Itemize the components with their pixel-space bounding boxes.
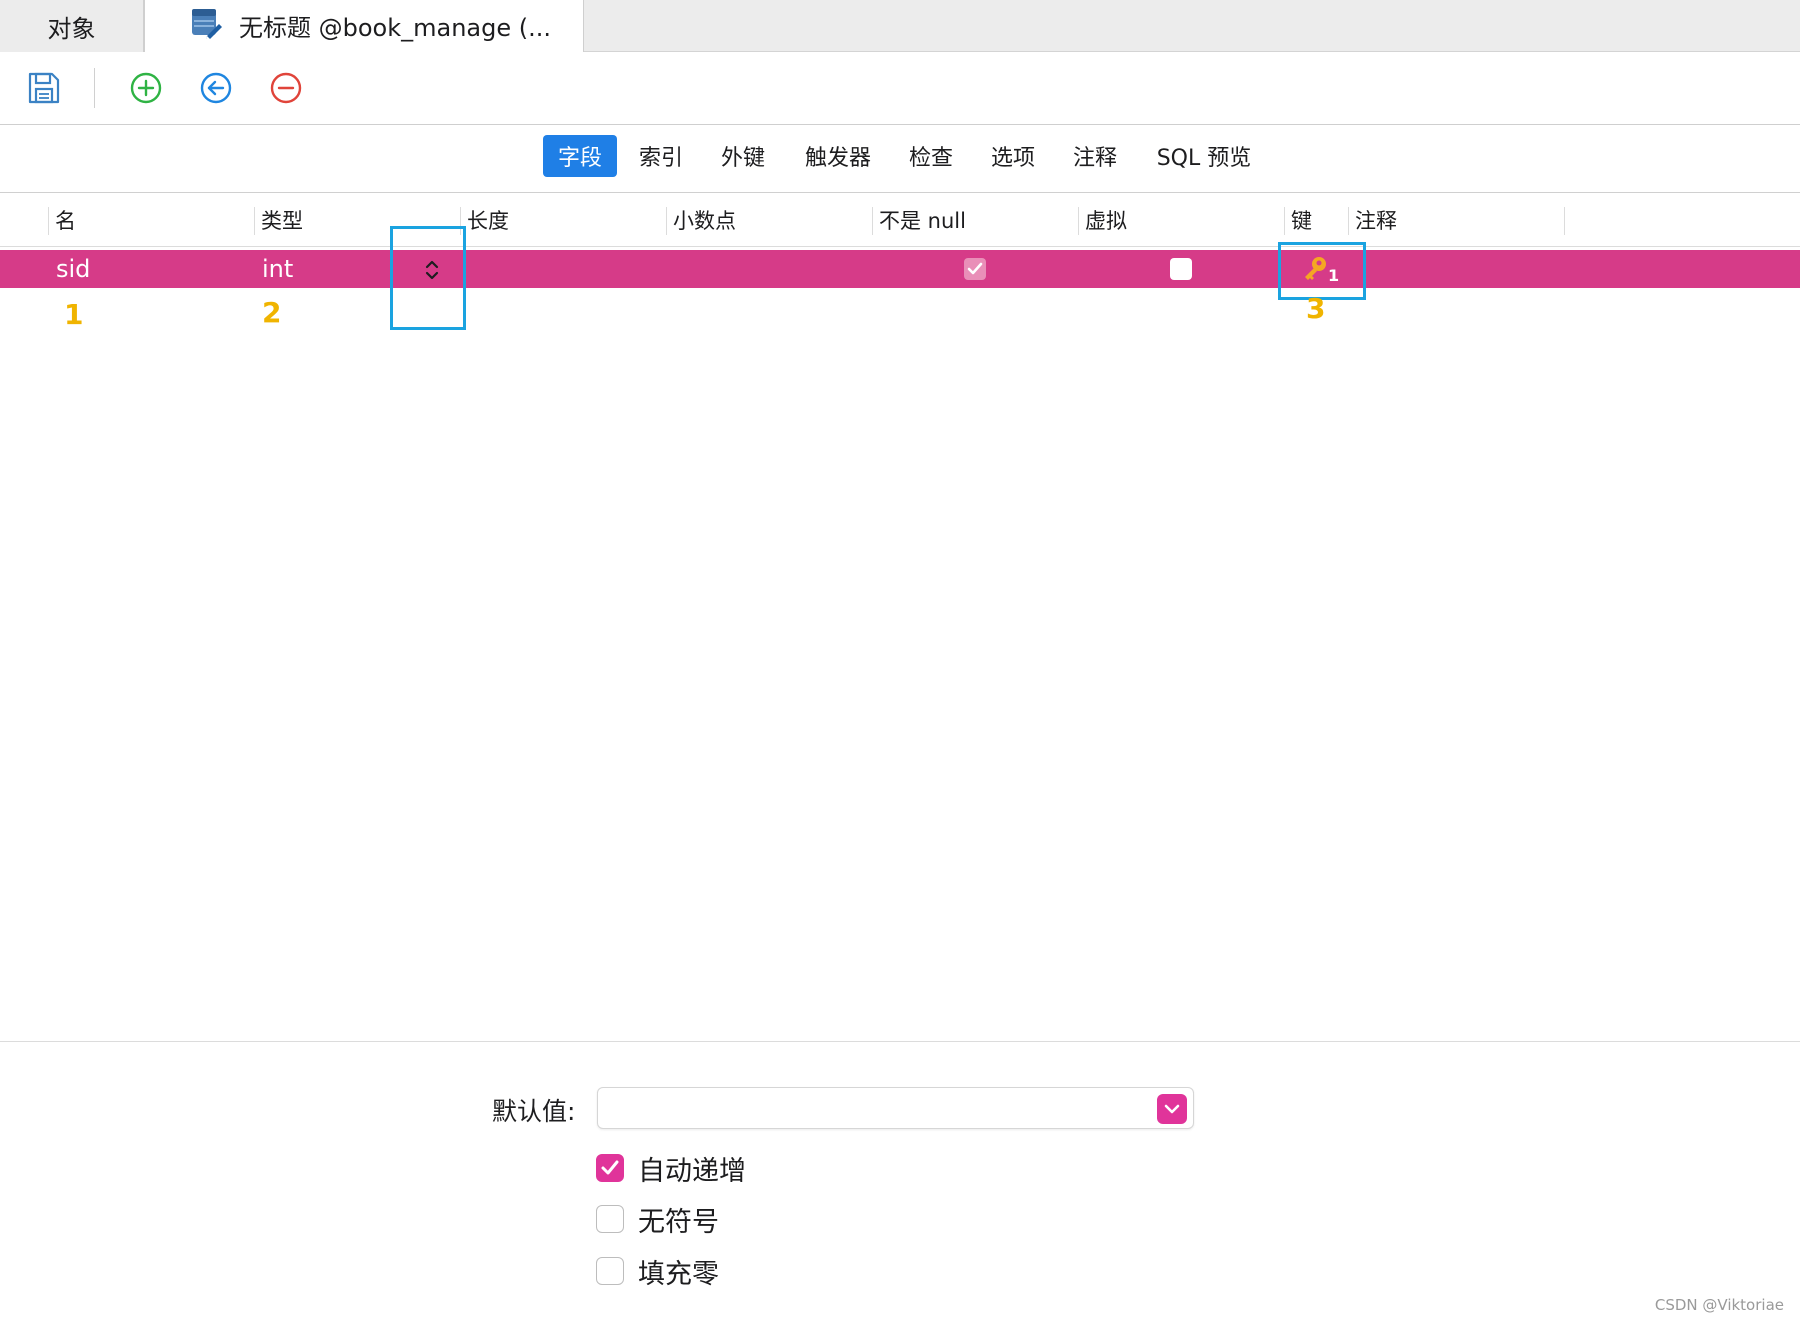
chevron-down-icon bbox=[1164, 1104, 1180, 1114]
tab-objects[interactable]: 对象 bbox=[0, 0, 144, 52]
checkmark-icon bbox=[601, 1160, 619, 1175]
annotation-number-1: 1 bbox=[64, 298, 84, 331]
fields-grid-header: 名 类型 长度 小数点 不是 null 虚拟 键 注释 bbox=[0, 195, 1800, 247]
table-row[interactable]: sid int 1 bbox=[0, 250, 1800, 288]
unsigned-label: 无符号 bbox=[638, 1206, 719, 1238]
field-name-cell[interactable]: sid bbox=[56, 250, 90, 288]
column-header-virtual[interactable]: 虚拟 bbox=[1078, 207, 1127, 235]
column-header-comment[interactable]: 注释 bbox=[1348, 207, 1397, 235]
annotation-box-stepper bbox=[390, 226, 466, 330]
checkmark-icon bbox=[967, 262, 983, 275]
column-header-type[interactable]: 类型 bbox=[254, 207, 303, 235]
segment-sql-preview[interactable]: SQL 预览 bbox=[1148, 135, 1260, 177]
toolbar bbox=[0, 52, 1800, 125]
tab-table-designer-label: 无标题 @book_manage (... bbox=[239, 14, 552, 42]
dropdown-button[interactable] bbox=[1157, 1094, 1187, 1124]
default-value-combobox[interactable] bbox=[597, 1087, 1194, 1129]
zerofill-label: 填充零 bbox=[638, 1258, 719, 1290]
watermark: CSDN @Viktoriae bbox=[1654, 1296, 1784, 1314]
tab-objects-label: 对象 bbox=[47, 14, 96, 43]
auto-increment-checkbox[interactable] bbox=[596, 1154, 624, 1182]
column-divider bbox=[1564, 207, 1565, 235]
zerofill-option[interactable]: 填充零 bbox=[596, 1256, 719, 1290]
unsigned-option[interactable]: 无符号 bbox=[596, 1204, 719, 1238]
segment-comment[interactable]: 注释 bbox=[1062, 135, 1128, 177]
segment-checks[interactable]: 检查 bbox=[898, 135, 964, 177]
remove-circle-icon bbox=[270, 72, 302, 104]
add-circle-icon bbox=[130, 72, 162, 104]
zerofill-checkbox[interactable] bbox=[596, 1257, 624, 1285]
auto-increment-option[interactable]: 自动递增 bbox=[596, 1153, 746, 1187]
default-value-label: 默认值: bbox=[492, 1097, 576, 1126]
field-type-cell[interactable]: int bbox=[262, 250, 293, 288]
column-header-length[interactable]: 长度 bbox=[460, 207, 509, 235]
delete-field-button[interactable] bbox=[266, 68, 306, 108]
virtual-checkbox[interactable] bbox=[1170, 258, 1192, 280]
document-tab-bar: 对象 无标题 @book_manage (... bbox=[0, 0, 1800, 52]
insert-left-circle-icon bbox=[200, 72, 232, 104]
column-header-key[interactable]: 键 bbox=[1284, 207, 1312, 235]
insert-field-button[interactable] bbox=[196, 68, 236, 108]
segment-options[interactable]: 选项 bbox=[980, 135, 1046, 177]
annotation-number-3: 3 bbox=[1306, 292, 1326, 325]
not-null-checkbox[interactable] bbox=[964, 258, 986, 280]
annotation-number-2: 2 bbox=[262, 296, 282, 329]
field-properties-panel bbox=[0, 1041, 1800, 1328]
toolbar-separator bbox=[94, 68, 95, 108]
column-header-name[interactable]: 名 bbox=[48, 207, 76, 235]
table-design-icon bbox=[189, 6, 223, 40]
add-field-button[interactable] bbox=[126, 68, 166, 108]
segment-fields[interactable]: 字段 bbox=[543, 135, 617, 177]
column-header-not-null[interactable]: 不是 null bbox=[872, 207, 966, 235]
tab-table-designer[interactable]: 无标题 @book_manage (... bbox=[144, 0, 584, 52]
designer-segment-bar: 字段 索引 外键 触发器 检查 选项 注释 SQL 预览 bbox=[0, 125, 1800, 193]
segment-indexes[interactable]: 索引 bbox=[628, 135, 694, 177]
save-button[interactable] bbox=[24, 68, 64, 108]
segment-foreign-keys[interactable]: 外键 bbox=[710, 135, 776, 177]
segment-triggers[interactable]: 触发器 bbox=[794, 135, 882, 177]
auto-increment-label: 自动递增 bbox=[638, 1155, 746, 1187]
column-header-decimals[interactable]: 小数点 bbox=[666, 207, 736, 235]
save-icon bbox=[28, 72, 60, 104]
unsigned-checkbox[interactable] bbox=[596, 1205, 624, 1233]
